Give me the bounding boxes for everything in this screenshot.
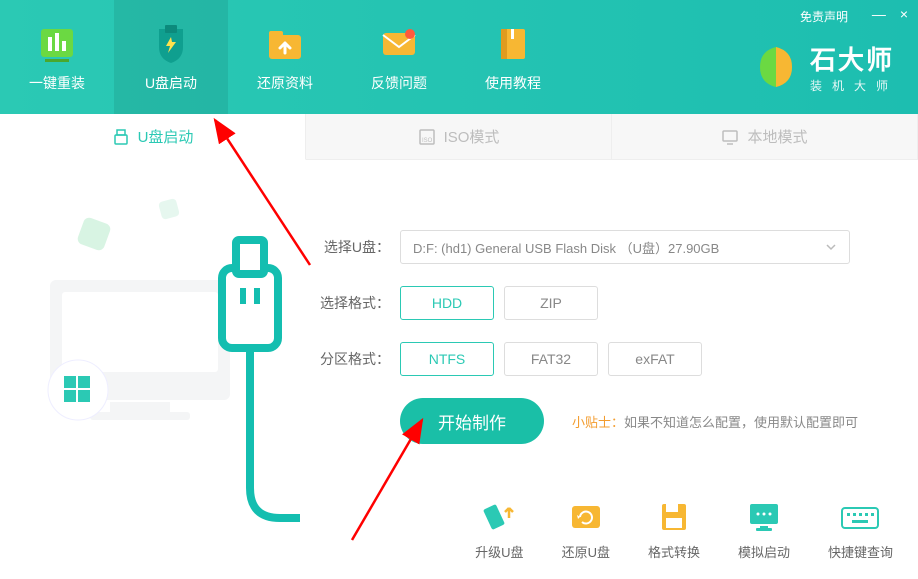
monitor-dots-icon bbox=[744, 500, 784, 534]
nav-reinstall[interactable]: 一键重装 bbox=[0, 0, 114, 114]
partition-exfat[interactable]: exFAT bbox=[608, 342, 702, 376]
topbar: 免责声明 — × 一键重装 U盘启动 还原资料 反馈问题 bbox=[0, 0, 918, 114]
brand-subtitle: 装机大师 bbox=[810, 77, 898, 94]
tab-usb-boot[interactable]: U盘启动 bbox=[0, 114, 306, 160]
brand: 石大师 装机大师 bbox=[752, 40, 898, 94]
tip-head: 小贴士： bbox=[572, 415, 624, 430]
action-simulate-boot[interactable]: 模拟启动 bbox=[738, 500, 790, 561]
partition-fat32[interactable]: FAT32 bbox=[504, 342, 598, 376]
action-label: 模拟启动 bbox=[738, 542, 790, 561]
action-label: 还原U盘 bbox=[562, 542, 610, 561]
window-controls: — × bbox=[872, 6, 908, 22]
nav-label: U盘启动 bbox=[145, 73, 197, 93]
monitor-icon bbox=[721, 128, 739, 146]
book-icon bbox=[491, 21, 535, 65]
config-form: 选择U盘： D:F: (hd1) General USB Flash Disk … bbox=[320, 230, 880, 466]
tip-body: 如果不知道怎么配置，使用默认配置即可 bbox=[624, 415, 858, 430]
bottom-actions: 升级U盘 还原U盘 格式转换 模拟启动 快捷键查询 bbox=[475, 500, 893, 561]
folder-up-icon bbox=[263, 21, 307, 65]
action-upgrade-usb[interactable]: 升级U盘 bbox=[475, 500, 523, 561]
usb-illustration bbox=[0, 180, 300, 530]
tab-local[interactable]: 本地模式 bbox=[612, 114, 918, 160]
partition-ntfs[interactable]: NTFS bbox=[400, 342, 494, 376]
keyboard-icon bbox=[840, 500, 880, 534]
usb-icon bbox=[112, 128, 130, 146]
bar-chart-icon bbox=[35, 21, 79, 65]
format-zip[interactable]: ZIP bbox=[504, 286, 598, 320]
action-label: 格式转换 bbox=[648, 542, 700, 561]
close-button[interactable]: × bbox=[900, 6, 908, 22]
floppy-icon bbox=[654, 500, 694, 534]
tip-text: 小贴士：如果不知道怎么配置，使用默认配置即可 bbox=[572, 412, 858, 431]
nav-label: 还原资料 bbox=[257, 73, 313, 93]
nav-feedback[interactable]: 反馈问题 bbox=[342, 0, 456, 114]
udisk-value: D:F: (hd1) General USB Flash Disk （U盘）27… bbox=[413, 238, 719, 257]
nav-label: 使用教程 bbox=[485, 73, 541, 93]
tab-iso[interactable]: ISO ISO模式 bbox=[306, 114, 612, 160]
main-panel: 选择U盘： D:F: (hd1) General USB Flash Disk … bbox=[0, 160, 918, 579]
nav-label: 一键重装 bbox=[29, 73, 85, 93]
action-restore-usb[interactable]: 还原U盘 bbox=[562, 500, 610, 561]
format-label: 选择格式： bbox=[320, 293, 390, 313]
nav-tutorial[interactable]: 使用教程 bbox=[456, 0, 570, 114]
brand-logo-icon bbox=[752, 43, 800, 91]
svg-text:ISO: ISO bbox=[422, 138, 433, 144]
disclaimer-link[interactable]: 免责声明 bbox=[800, 8, 848, 25]
nav-restore[interactable]: 还原资料 bbox=[228, 0, 342, 114]
iso-icon: ISO bbox=[418, 128, 436, 146]
restore-icon bbox=[566, 500, 606, 534]
tab-label: ISO模式 bbox=[444, 126, 500, 147]
action-format-convert[interactable]: 格式转换 bbox=[648, 500, 700, 561]
action-label: 升级U盘 bbox=[475, 542, 523, 561]
udisk-label: 选择U盘： bbox=[320, 237, 390, 257]
udisk-select[interactable]: D:F: (hd1) General USB Flash Disk （U盘）27… bbox=[400, 230, 850, 264]
main-nav: 一键重装 U盘启动 还原资料 反馈问题 使用教程 bbox=[0, 0, 570, 114]
action-label: 快捷键查询 bbox=[828, 542, 893, 561]
brand-title: 石大师 bbox=[810, 40, 898, 77]
minimize-button[interactable]: — bbox=[872, 6, 886, 22]
nav-usb-boot[interactable]: U盘启动 bbox=[114, 0, 228, 114]
nav-label: 反馈问题 bbox=[371, 73, 427, 93]
partition-label: 分区格式： bbox=[320, 349, 390, 369]
action-hotkey-query[interactable]: 快捷键查询 bbox=[828, 500, 893, 561]
mode-tabs: U盘启动 ISO ISO模式 本地模式 bbox=[0, 114, 918, 160]
format-hdd[interactable]: HDD bbox=[400, 286, 494, 320]
start-button[interactable]: 开始制作 bbox=[400, 398, 544, 444]
tab-label: 本地模式 bbox=[747, 126, 807, 147]
tab-label: U盘启动 bbox=[138, 126, 194, 147]
mail-icon bbox=[377, 21, 421, 65]
chevron-down-icon bbox=[825, 241, 837, 253]
usb-shield-icon bbox=[149, 21, 193, 65]
usb-up-icon bbox=[479, 500, 519, 534]
